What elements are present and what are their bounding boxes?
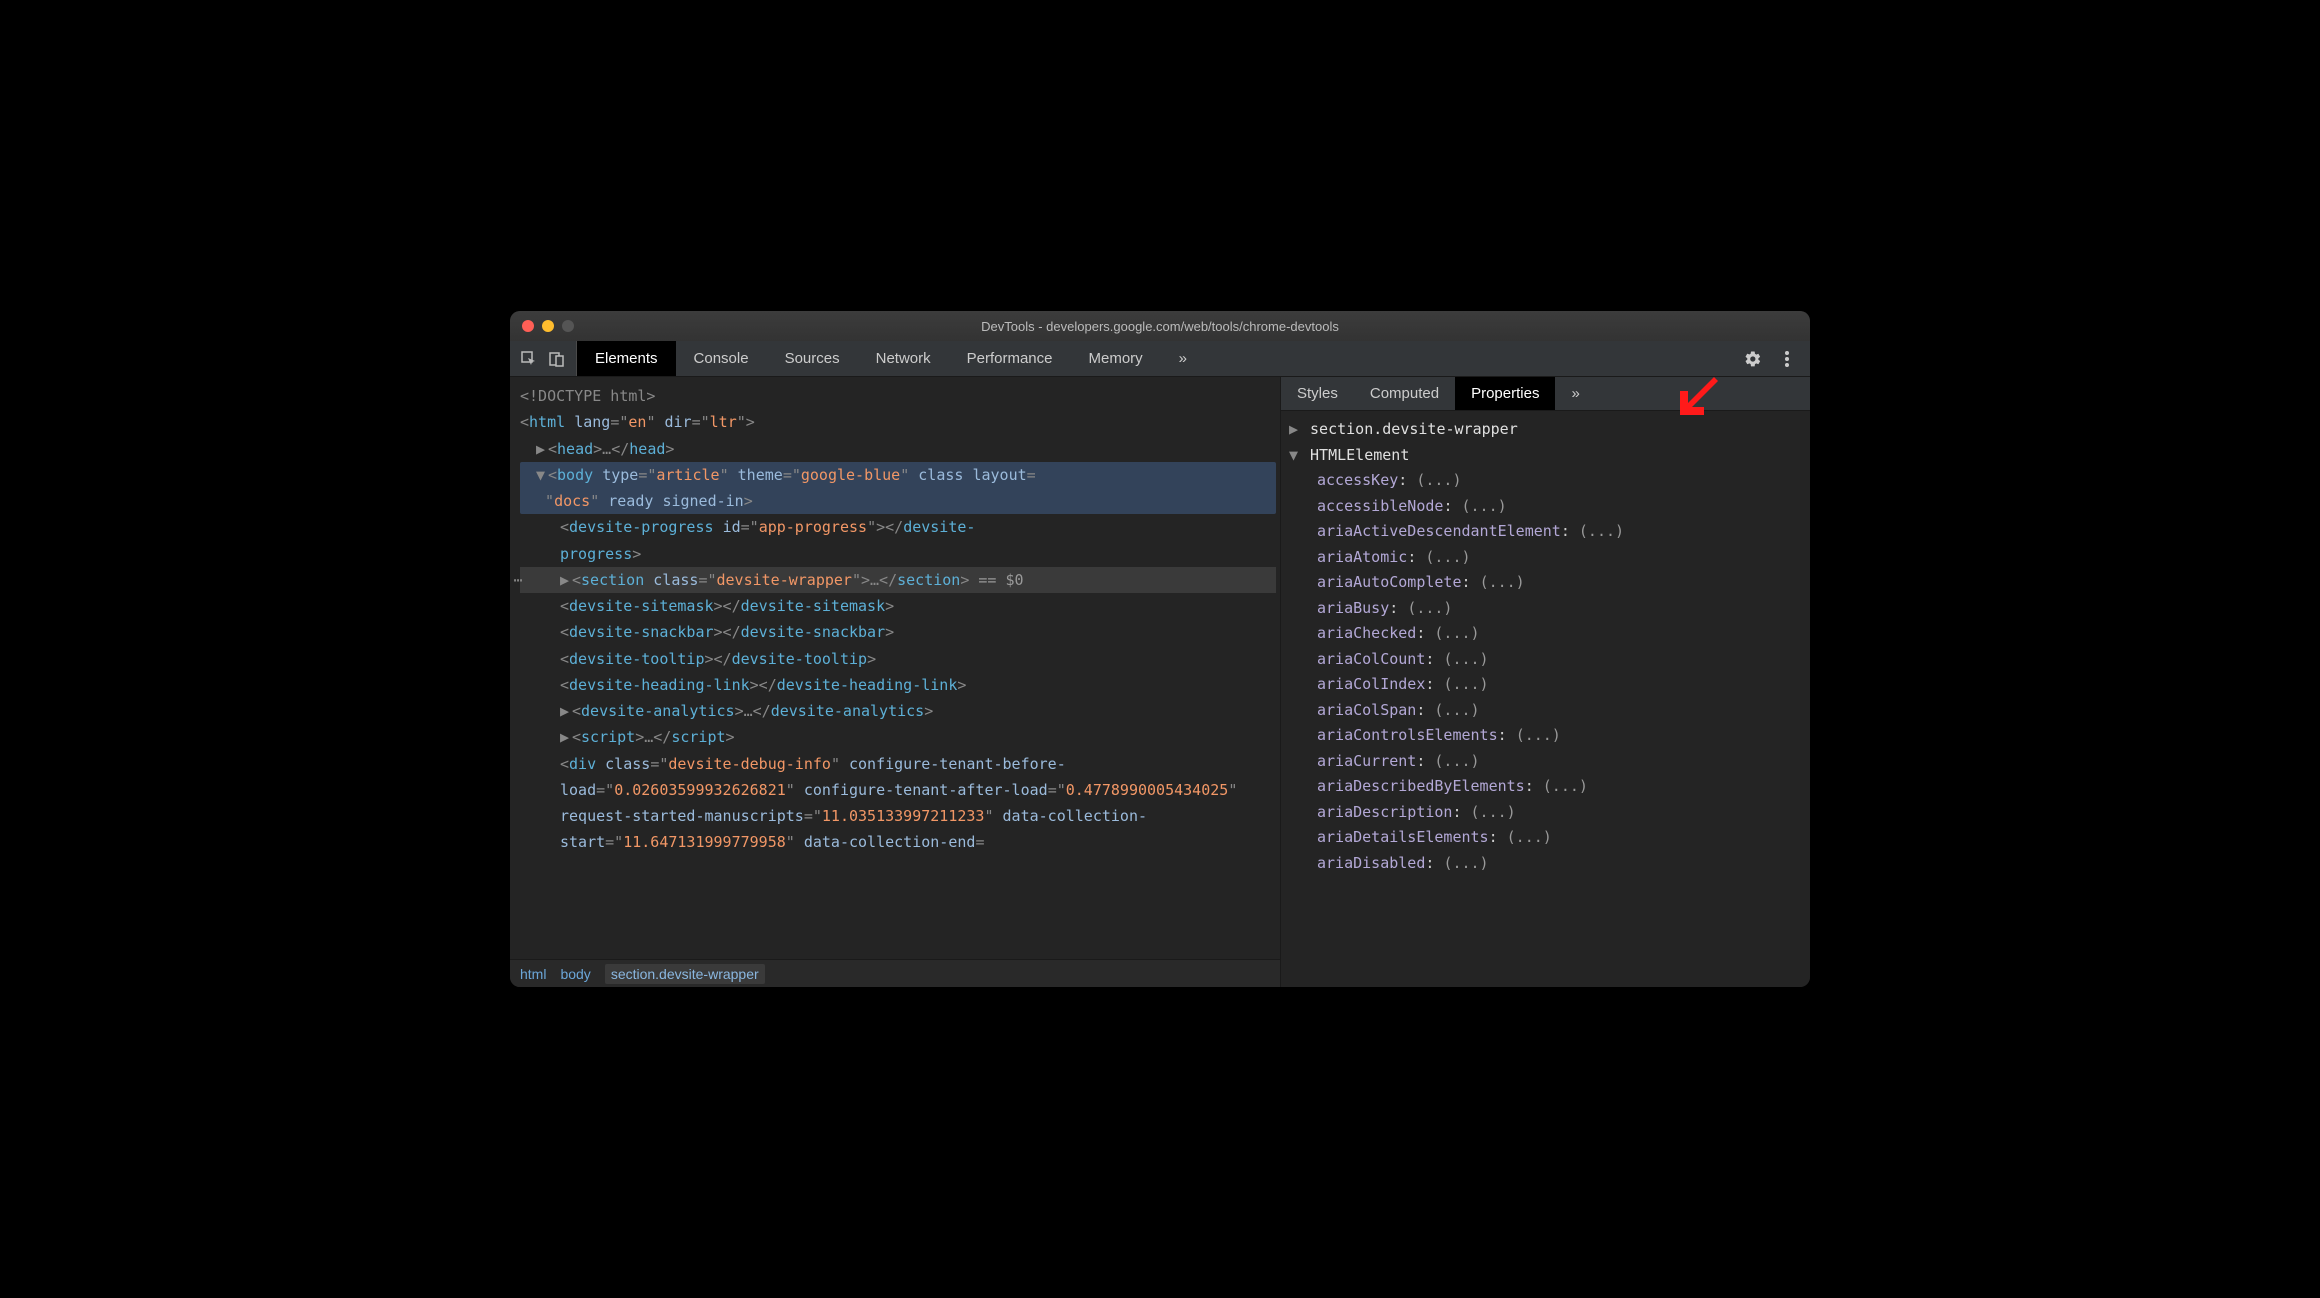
tab-network[interactable]: Network — [858, 341, 949, 376]
property-row[interactable]: ariaColSpan: (...) — [1289, 698, 1802, 724]
property-row[interactable]: ariaDescribedByElements: (...) — [1289, 774, 1802, 800]
dom-node-tooltip[interactable]: <devsite-tooltip></devsite-tooltip> — [520, 646, 1276, 672]
dom-node-head[interactable]: ▶<head>…</head> — [520, 436, 1276, 462]
toolbar-left-icons — [510, 341, 577, 376]
tab-memory[interactable]: Memory — [1071, 341, 1161, 376]
dom-node-snackbar[interactable]: <devsite-snackbar></devsite-snackbar> — [520, 619, 1276, 645]
more-menu-icon[interactable] — [1778, 350, 1796, 368]
side-tab-computed[interactable]: Computed — [1354, 377, 1455, 410]
main-toolbar: Elements Console Sources Network Perform… — [510, 341, 1810, 377]
dom-node-heading-link[interactable]: <devsite-heading-link></devsite-heading-… — [520, 672, 1276, 698]
settings-icon[interactable] — [1744, 350, 1762, 368]
minimize-window-button[interactable] — [542, 320, 554, 332]
devtools-window: DevTools - developers.google.com/web/too… — [510, 311, 1810, 987]
side-tabs-overflow-icon[interactable]: » — [1555, 377, 1595, 410]
dom-tree[interactable]: <!DOCTYPE html> <html lang="en" dir="ltr… — [510, 377, 1280, 959]
property-row[interactable]: ariaColCount: (...) — [1289, 647, 1802, 673]
dom-node-sitemask[interactable]: <devsite-sitemask></devsite-sitemask> — [520, 593, 1276, 619]
side-tab-styles[interactable]: Styles — [1281, 377, 1354, 410]
properties-header-section[interactable]: ▶ section.devsite-wrapper — [1289, 417, 1802, 443]
breadcrumb-body[interactable]: body — [560, 966, 590, 982]
side-tab-properties[interactable]: Properties — [1455, 377, 1555, 410]
tab-elements[interactable]: Elements — [577, 341, 676, 376]
zoom-window-button[interactable] — [562, 320, 574, 332]
elements-sidebar: Styles Computed Properties » ▶ section.d… — [1280, 377, 1810, 987]
dom-node-analytics[interactable]: ▶<devsite-analytics>…</devsite-analytics… — [520, 698, 1276, 724]
property-row[interactable]: ariaCurrent: (...) — [1289, 749, 1802, 775]
main-tabs-overflow-icon[interactable]: » — [1161, 341, 1205, 376]
properties-header-htmlelement[interactable]: ▼ HTMLElement — [1289, 443, 1802, 469]
sidebar-tabs: Styles Computed Properties » — [1281, 377, 1810, 411]
property-row[interactable]: ariaChecked: (...) — [1289, 621, 1802, 647]
dom-node-progress[interactable]: <devsite-progress id="app-progress"></de… — [520, 514, 1276, 567]
property-row[interactable]: ariaDetailsElements: (...) — [1289, 825, 1802, 851]
property-row[interactable]: accessKey: (...) — [1289, 468, 1802, 494]
property-row[interactable]: ariaBusy: (...) — [1289, 596, 1802, 622]
property-row[interactable]: ariaColIndex: (...) — [1289, 672, 1802, 698]
main-tabs: Elements Console Sources Network Perform… — [577, 341, 1205, 376]
properties-pane[interactable]: ▶ section.devsite-wrapper ▼ HTMLElement … — [1281, 411, 1810, 987]
property-row[interactable]: ariaDisabled: (...) — [1289, 851, 1802, 877]
device-toolbar-icon[interactable] — [548, 350, 566, 368]
breadcrumb: html body section.devsite-wrapper — [510, 959, 1280, 987]
dom-node-div-debug[interactable]: <div class="devsite-debug-info" configur… — [520, 751, 1276, 856]
property-row[interactable]: accessibleNode: (...) — [1289, 494, 1802, 520]
inspect-element-icon[interactable] — [520, 350, 538, 368]
dom-node-section-selected[interactable]: ⋯▶<section class="devsite-wrapper">…</se… — [520, 567, 1276, 593]
elements-dom-panel: <!DOCTYPE html> <html lang="en" dir="ltr… — [510, 377, 1280, 987]
tab-sources[interactable]: Sources — [767, 341, 858, 376]
close-window-button[interactable] — [522, 320, 534, 332]
tab-performance[interactable]: Performance — [949, 341, 1071, 376]
titlebar: DevTools - developers.google.com/web/too… — [510, 311, 1810, 341]
property-row[interactable]: ariaAutoComplete: (...) — [1289, 570, 1802, 596]
traffic-lights — [522, 320, 574, 332]
property-row[interactable]: ariaControlsElements: (...) — [1289, 723, 1802, 749]
breadcrumb-html[interactable]: html — [520, 966, 546, 982]
property-row[interactable]: ariaDescription: (...) — [1289, 800, 1802, 826]
dom-node-html[interactable]: <html lang="en" dir="ltr"> — [520, 409, 1276, 435]
content-area: <!DOCTYPE html> <html lang="en" dir="ltr… — [510, 377, 1810, 987]
dom-node-doctype[interactable]: <!DOCTYPE html> — [520, 383, 1276, 409]
dom-node-body[interactable]: ▼<body type="article" theme="google-blue… — [520, 462, 1276, 515]
tab-console[interactable]: Console — [676, 341, 767, 376]
window-title: DevTools - developers.google.com/web/too… — [981, 319, 1339, 334]
toolbar-right — [1730, 341, 1810, 376]
property-row[interactable]: ariaAtomic: (...) — [1289, 545, 1802, 571]
breadcrumb-section[interactable]: section.devsite-wrapper — [605, 964, 765, 984]
property-row[interactable]: ariaActiveDescendantElement: (...) — [1289, 519, 1802, 545]
dom-node-script[interactable]: ▶<script>…</script> — [520, 724, 1276, 750]
